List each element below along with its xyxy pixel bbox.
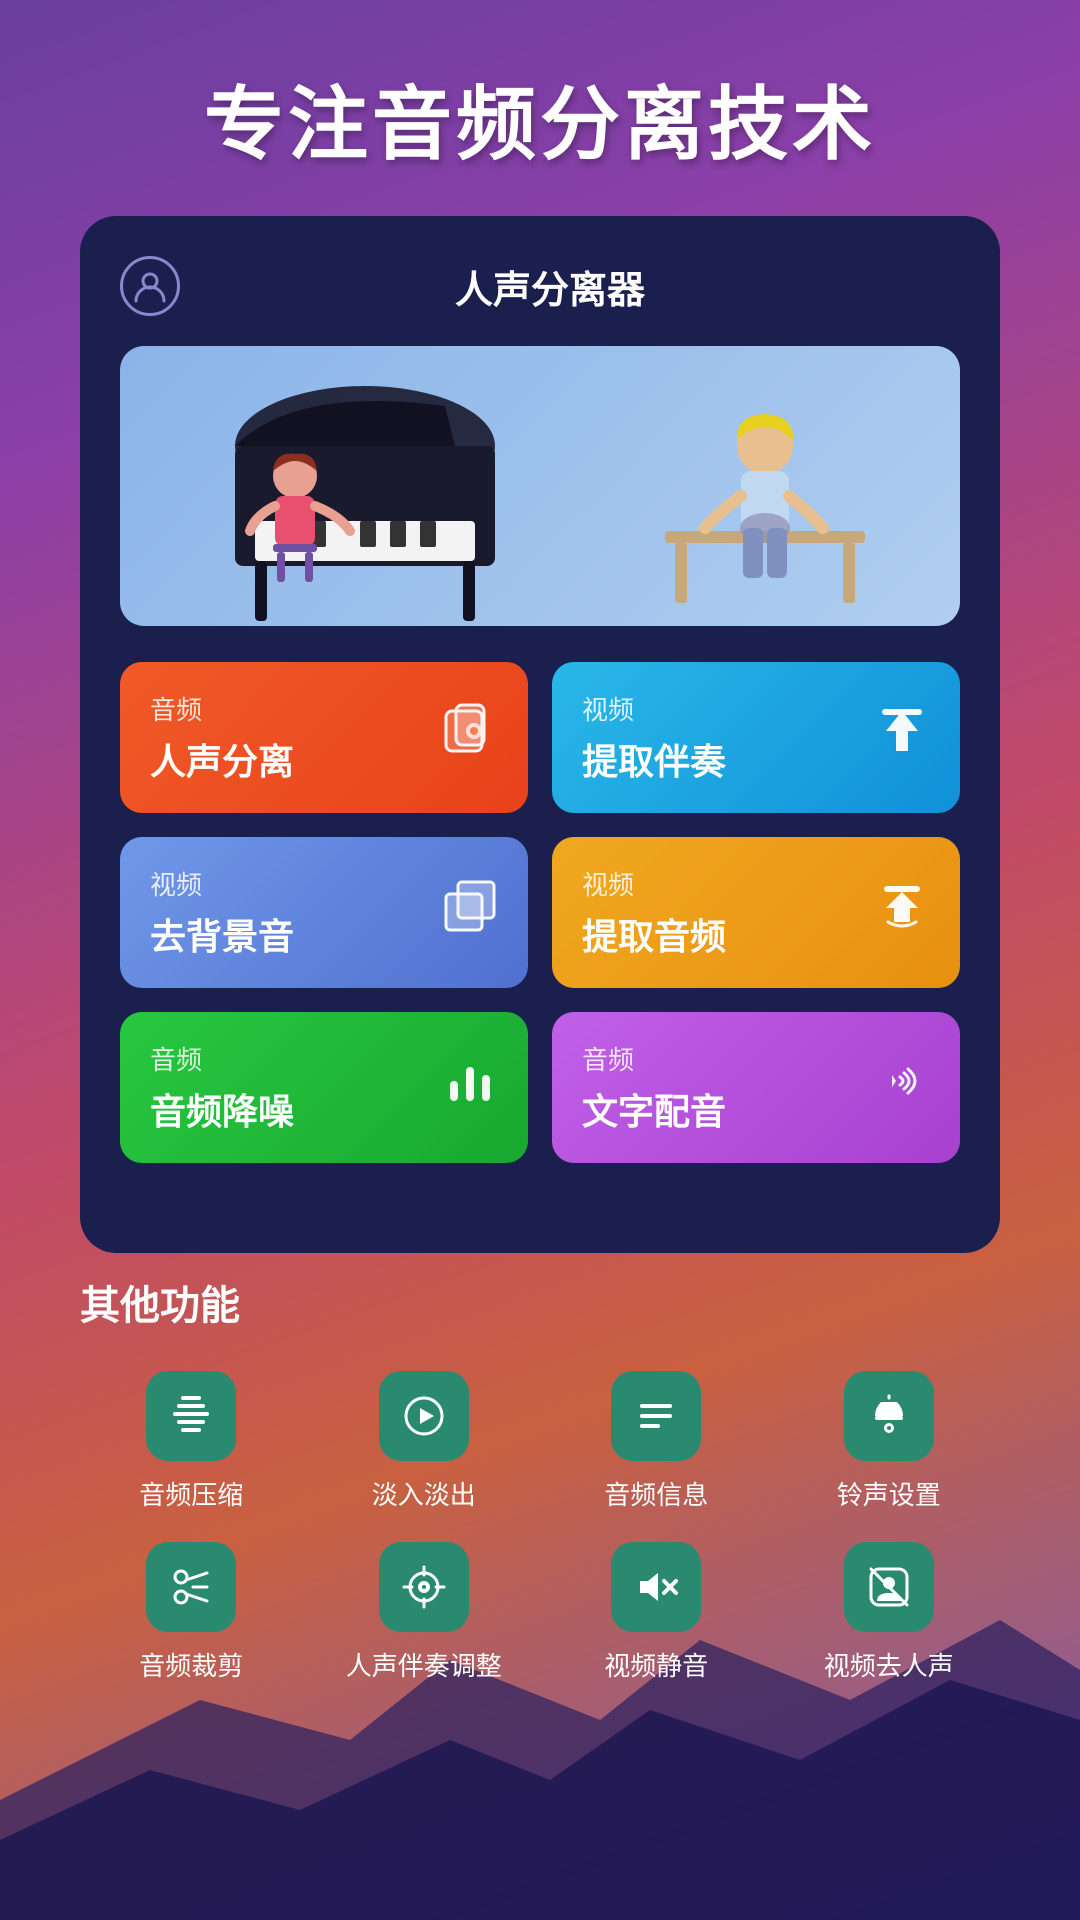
feature-btn-text-remove-bg: 视频 去背景音 bbox=[150, 865, 294, 960]
other-feature-icon-fade bbox=[379, 1371, 469, 1461]
feature-name-remove-bg: 去背景音 bbox=[150, 908, 294, 960]
feature-icon-voice-sep bbox=[442, 703, 498, 772]
other-feature-icon-ringtone bbox=[844, 1371, 934, 1461]
other-features-grid: 音频压缩 淡入淡出 音频信息 铃声设置 bbox=[80, 1371, 1000, 1683]
other-feature-label-mute: 视频静音 bbox=[604, 1646, 708, 1683]
feature-icon-extract-audio bbox=[874, 878, 930, 947]
feature-icon-text-voice bbox=[874, 1053, 930, 1122]
feature-icon-extract-accomp bbox=[874, 703, 930, 772]
feature-name-extract-accomp: 提取伴奏 bbox=[582, 733, 726, 785]
feature-btn-text-voice-sep: 音频 人声分离 bbox=[150, 690, 294, 785]
features-grid: 音频 人声分离 视频 提取伴奏 视频 去背景音 视 bbox=[120, 662, 960, 1163]
piano-illustration bbox=[195, 366, 535, 626]
other-feature-icon-compress bbox=[146, 1371, 236, 1461]
app-header: 人声分离器 bbox=[120, 256, 960, 316]
other-feature-adjust[interactable]: 人声伴奏调整 bbox=[313, 1542, 536, 1683]
other-feature-compress[interactable]: 音频压缩 bbox=[80, 1371, 303, 1512]
other-feature-label-cut: 音频裁剪 bbox=[139, 1646, 243, 1683]
other-feature-icon-info bbox=[611, 1371, 701, 1461]
feature-type-text-voice: 音频 bbox=[582, 1040, 726, 1077]
feature-name-denoise: 音频降噪 bbox=[150, 1083, 294, 1135]
other-feature-label-remove-voice: 视频去人声 bbox=[824, 1646, 954, 1683]
feature-btn-extract-accomp[interactable]: 视频 提取伴奏 bbox=[552, 662, 960, 813]
main-title: 专注音频分离技术 bbox=[0, 0, 1080, 216]
other-feature-cut[interactable]: 音频裁剪 bbox=[80, 1542, 303, 1683]
feature-icon-remove-bg bbox=[442, 878, 498, 947]
other-feature-label-fade: 淡入淡出 bbox=[372, 1475, 476, 1512]
other-features-section: 其他功能 音频压缩 淡入淡出 音频信息 bbox=[0, 1253, 1080, 1683]
header-title: 人声分离器 bbox=[200, 259, 960, 314]
other-feature-fade[interactable]: 淡入淡出 bbox=[313, 1371, 536, 1512]
feature-icon-denoise bbox=[442, 1053, 498, 1122]
feature-type-denoise: 音频 bbox=[150, 1040, 294, 1077]
feature-type-remove-bg: 视频 bbox=[150, 865, 294, 902]
feature-btn-text-denoise: 音频 音频降噪 bbox=[150, 1040, 294, 1135]
hero-banner bbox=[120, 346, 960, 626]
feature-type-voice-sep: 音频 bbox=[150, 690, 294, 727]
other-feature-label-compress: 音频压缩 bbox=[139, 1475, 243, 1512]
feature-type-extract-audio: 视频 bbox=[582, 865, 726, 902]
other-feature-label-adjust: 人声伴奏调整 bbox=[346, 1646, 502, 1683]
other-feature-icon-remove-voice bbox=[844, 1542, 934, 1632]
feature-name-extract-audio: 提取音频 bbox=[582, 908, 726, 960]
other-feature-icon-mute bbox=[611, 1542, 701, 1632]
feature-btn-text-voice[interactable]: 音频 文字配音 bbox=[552, 1012, 960, 1163]
feature-btn-extract-audio[interactable]: 视频 提取音频 bbox=[552, 837, 960, 988]
user-icon[interactable] bbox=[120, 256, 180, 316]
other-feature-label-info: 音频信息 bbox=[604, 1475, 708, 1512]
feature-type-extract-accomp: 视频 bbox=[582, 690, 726, 727]
other-feature-info[interactable]: 音频信息 bbox=[545, 1371, 768, 1512]
feature-btn-voice-sep[interactable]: 音频 人声分离 bbox=[120, 662, 528, 813]
other-features-title: 其他功能 bbox=[80, 1273, 1000, 1331]
other-feature-remove-voice[interactable]: 视频去人声 bbox=[778, 1542, 1001, 1683]
feature-btn-denoise[interactable]: 音频 音频降噪 bbox=[120, 1012, 528, 1163]
feature-btn-remove-bg[interactable]: 视频 去背景音 bbox=[120, 837, 528, 988]
other-feature-label-ringtone: 铃声设置 bbox=[837, 1475, 941, 1512]
feature-btn-text-extract-audio: 视频 提取音频 bbox=[582, 865, 726, 960]
other-feature-mute[interactable]: 视频静音 bbox=[545, 1542, 768, 1683]
other-feature-icon-adjust bbox=[379, 1542, 469, 1632]
feature-name-text-voice: 文字配音 bbox=[582, 1083, 726, 1135]
other-feature-ringtone[interactable]: 铃声设置 bbox=[778, 1371, 1001, 1512]
feature-name-voice-sep: 人声分离 bbox=[150, 733, 294, 785]
app-card: 人声分离器 bbox=[80, 216, 1000, 1253]
person-illustration bbox=[645, 366, 885, 626]
other-feature-icon-cut bbox=[146, 1542, 236, 1632]
feature-btn-text-text-voice: 音频 文字配音 bbox=[582, 1040, 726, 1135]
feature-btn-text-extract-accomp: 视频 提取伴奏 bbox=[582, 690, 726, 785]
